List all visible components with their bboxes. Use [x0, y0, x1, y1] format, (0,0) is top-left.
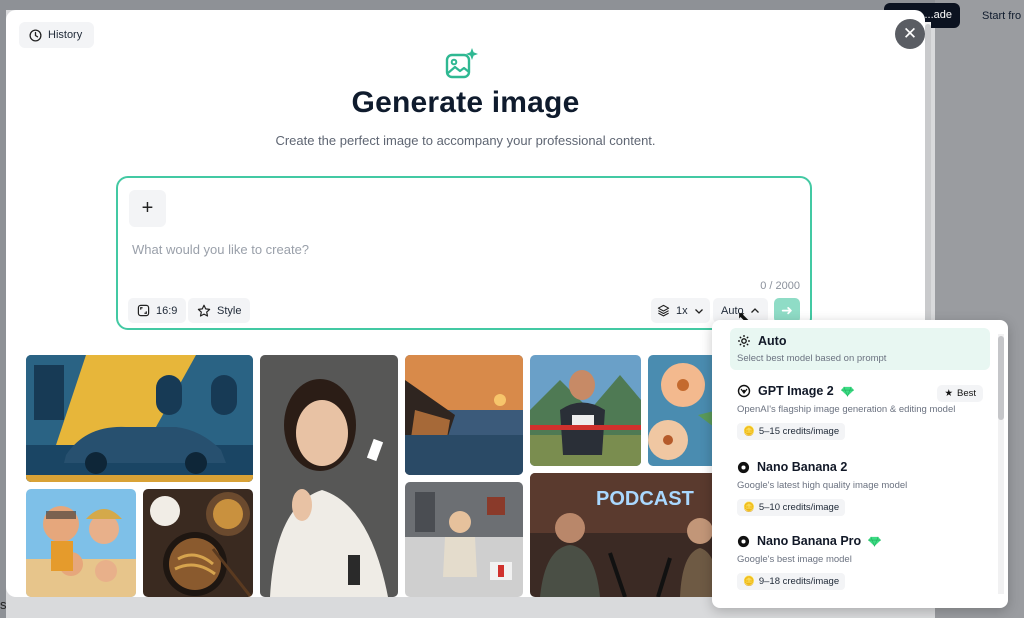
page-subtitle: Create the perfect image to accompany yo… [275, 133, 656, 148]
page-title: Generate image [351, 86, 580, 119]
credits-badge: 🪙 5–15 credits/image [737, 423, 846, 440]
model-option-description: Google's best image model [737, 554, 852, 565]
plus-icon: + [141, 197, 154, 219]
background-start-link[interactable]: Start fro [982, 10, 1021, 22]
close-button[interactable]: ✕ [895, 19, 925, 49]
coin-stack-icon: 🪙 [743, 426, 755, 437]
background-topbar [0, 0, 1024, 10]
style-button[interactable]: Style [188, 298, 251, 323]
star-icon: ★ [944, 388, 953, 399]
style-label: Style [217, 304, 242, 317]
background-text: s [0, 597, 7, 612]
model-option-auto[interactable]: Auto Select best model based on prompt [730, 328, 990, 370]
best-badge: ★ Best [937, 385, 983, 402]
model-option-name: GPT Image 2 [758, 384, 834, 398]
history-label: History [48, 29, 83, 41]
model-option-description: OpenAI's flagship image generation & edi… [737, 404, 956, 415]
prompt-input[interactable] [132, 242, 792, 257]
image-count-select[interactable]: 1x [651, 298, 710, 323]
gallery-image-cliff-village[interactable] [405, 355, 523, 475]
gallery-image-flowers[interactable] [648, 355, 718, 466]
image-sparkle-icon [445, 48, 478, 79]
clock-icon [29, 28, 42, 42]
aspect-ratio-label: 16:9 [156, 304, 178, 317]
model-option-name: Nano Banana Pro [757, 534, 862, 548]
diamond-icon [840, 386, 854, 397]
credits-label: 5–15 credits/image [758, 426, 840, 437]
coin-stack-icon: 🪙 [743, 576, 755, 587]
gallery-image-cartoon-family[interactable] [26, 489, 136, 597]
image-count-label: 1x [676, 304, 688, 317]
best-badge-label: Best [956, 388, 976, 399]
coin-stack-icon: 🪙 [743, 502, 755, 513]
gallery-image-portrait-woman[interactable] [260, 355, 398, 597]
gallery-image-podcast[interactable]: PODCAST [530, 473, 718, 597]
credits-badge: 🪙 9–18 credits/image [737, 573, 846, 590]
credits-label: 9–18 credits/image [758, 576, 840, 587]
model-option-description: Select best model based on prompt [737, 353, 887, 364]
model-option-name: Auto [758, 334, 787, 348]
prompt-composer: + 0 / 2000 16:9 Style 1x Auto ➜ ⬉ [116, 176, 812, 330]
gear-icon [738, 335, 750, 347]
gallery-image-toy-kid[interactable] [405, 482, 523, 597]
chevron-up-icon [750, 307, 759, 313]
model-dropdown: Auto Select best model based on prompt G… [712, 320, 1008, 608]
banana-icon [737, 461, 750, 473]
star-outline-icon [197, 304, 211, 317]
aspect-ratio-icon [137, 304, 150, 317]
dropdown-scrollbar-thumb[interactable] [998, 336, 1004, 420]
add-attachment-button[interactable]: + [129, 190, 166, 227]
close-icon: ✕ [902, 24, 918, 43]
chevron-down-icon [694, 308, 703, 314]
layers-icon [657, 304, 670, 317]
model-option-name: Nano Banana 2 [757, 460, 848, 474]
gallery-image-noodles[interactable] [143, 489, 253, 597]
openai-icon [737, 384, 751, 398]
history-button[interactable]: History [19, 22, 95, 48]
aspect-ratio-button[interactable]: 16:9 [128, 298, 187, 323]
model-option-description: Google's latest high quality image model [737, 480, 908, 491]
gallery-image-runner[interactable] [530, 355, 641, 466]
credits-badge: 🪙 5–10 credits/image [737, 499, 846, 516]
model-option-gpt-image-2[interactable]: GPT Image 2 ★ Best OpenAI's flagship ima… [737, 384, 983, 440]
credits-label: 5–10 credits/image [758, 502, 840, 513]
model-option-nano-banana-2[interactable]: Nano Banana 2 Google's latest high quali… [737, 460, 983, 516]
modal-scrollbar-thumb[interactable] [925, 24, 931, 334]
podcast-sign: PODCAST [596, 488, 694, 510]
character-counter: 0 / 2000 [760, 280, 800, 292]
gallery-image-vintage-car[interactable] [26, 355, 253, 482]
model-option-nano-banana-pro[interactable]: Nano Banana Pro Google's best image mode… [737, 534, 983, 590]
arrow-right-icon: ➜ [781, 302, 793, 318]
diamond-icon [868, 536, 882, 547]
banana-icon [737, 535, 750, 547]
